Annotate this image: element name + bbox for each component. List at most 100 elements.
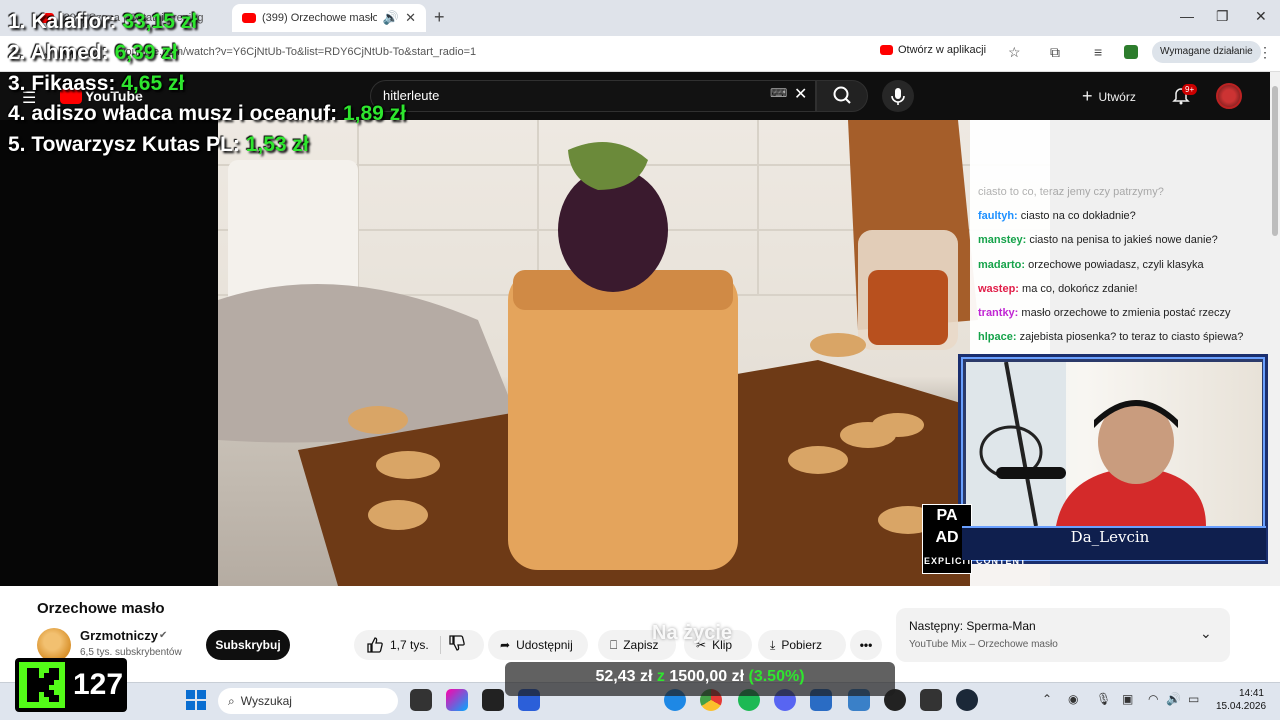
video-title: Orzechowe masło: [37, 600, 165, 617]
battery-icon[interactable]: ▭: [1188, 692, 1199, 706]
chevron-down-icon[interactable]: ⌄: [1200, 625, 1212, 642]
download-label: Pobierz: [781, 638, 822, 652]
chat-text: ciasto to co, teraz jemy czy patrzymy?: [978, 186, 1164, 198]
system-clock[interactable]: 14:41 15.04.2026: [1216, 687, 1267, 713]
extension-avatar-icon[interactable]: [1124, 45, 1138, 59]
notification-badge: 9+: [1182, 84, 1198, 95]
copilot-icon[interactable]: [446, 689, 468, 711]
like-dislike-divider: [440, 636, 441, 654]
clear-search-icon[interactable]: ✕: [794, 84, 807, 104]
chat-text: orzechowe powiadasz, czyli klasyka: [1028, 258, 1204, 271]
search-button[interactable]: [816, 80, 868, 112]
create-label: Utwórz: [1098, 89, 1136, 104]
tray-app-icon[interactable]: ◉: [1068, 692, 1078, 706]
steam-icon[interactable]: [956, 689, 978, 711]
menu-dots-icon[interactable]: ⋮: [1258, 44, 1272, 61]
bookmark-star-icon[interactable]: ☆: [1008, 44, 1021, 61]
chat-text: zajebista piosenka? to teraz to ciasto ś…: [1019, 331, 1244, 344]
leaderboard-row: 4. adiszo władca musz i oceanuf: 1,89 zł: [8, 102, 406, 126]
leaderboard-amount: 4,65 zł: [121, 72, 185, 95]
dislike-button[interactable]: [448, 634, 466, 657]
browser-tab-active[interactable]: (399) Orzechowe masło - YouTube 🔊 ✕: [232, 4, 426, 32]
windows-start-icon[interactable]: [186, 690, 206, 710]
scrollbar-thumb[interactable]: [1272, 86, 1278, 236]
chat-username[interactable]: manstey:: [978, 234, 1026, 246]
chat-text: masło orzechowe to zmienia postać rzeczy: [1021, 307, 1231, 319]
voice-search-button[interactable]: [882, 80, 914, 112]
extensions-icon[interactable]: ⧉: [1050, 44, 1060, 61]
leaderboard-row: 3. Fikaass: 4,65 zł: [8, 72, 184, 96]
chat-username[interactable]: wastep:: [978, 283, 1019, 295]
new-tab-icon[interactable]: +: [434, 7, 445, 28]
more-actions-button[interactable]: •••: [850, 630, 882, 660]
terminal-icon[interactable]: [920, 689, 942, 711]
next-up-card[interactable]: [896, 608, 1230, 662]
overlay-caption: Na życie: [652, 622, 733, 644]
webcam-feed: [966, 362, 1262, 526]
task-view-icon[interactable]: [410, 689, 432, 711]
thumbs-down-icon: [449, 635, 465, 651]
chat-username[interactable]: madarto:: [978, 259, 1025, 271]
clock-time: 14:41: [1238, 688, 1264, 699]
chat-username[interactable]: hlpace:: [978, 331, 1017, 343]
chat-message: trantky: masło orzechowe to zmienia post…: [978, 307, 1231, 319]
webcam-image: [966, 362, 1206, 526]
leaderboard-row: 5. Towarzysz Kutas PL: 1,53 zł: [8, 133, 309, 157]
next-up-label: Następny: Sperma-Man: [909, 619, 1036, 633]
subscriber-count: 6,5 tys. subskrybentów: [80, 647, 182, 658]
tray-chevron-up-icon[interactable]: ⌃: [1042, 692, 1052, 706]
share-label: Udostępnij: [516, 638, 573, 652]
keyboard-icon[interactable]: ⌨: [770, 86, 787, 100]
speaker-icon[interactable]: 🔊: [383, 10, 399, 26]
chat-username[interactable]: faultyh:: [978, 210, 1018, 222]
required-action-button[interactable]: Wymagane działanie: [1152, 41, 1261, 63]
chat-text: ciasto na co dokładnie?: [1020, 210, 1136, 223]
microphone-icon[interactable]: 🎙: [1096, 692, 1111, 706]
goal-percent: (3.50%): [748, 668, 805, 685]
chat-text: ciasto na penisa to jakieś nowe danie?: [1029, 234, 1218, 247]
close-window-icon[interactable]: ✕: [1255, 8, 1267, 25]
next-up-prefix: Następny:: [909, 619, 964, 633]
search-icon: ⌕: [228, 693, 235, 708]
search-input[interactable]: hitlerleute: [370, 80, 816, 112]
clock-date: 15.04.2026: [1216, 701, 1267, 712]
next-up-playlist: YouTube Mix – Orzechowe masło: [909, 639, 1058, 650]
leaderboard-name: 2. Ahmed:: [8, 41, 109, 64]
open-in-app-button[interactable]: Otwórz w aplikacji: [880, 44, 986, 56]
tab-title: (399) Orzechowe masło - YouTube: [262, 12, 377, 24]
bookmark-icon: ⎕: [610, 637, 618, 652]
reading-list-icon[interactable]: ≡: [1094, 44, 1102, 60]
maximize-icon[interactable]: ❐: [1216, 8, 1229, 25]
channel-name[interactable]: Grzmotniczy: [80, 628, 158, 643]
channel-avatar[interactable]: [37, 628, 71, 662]
leaderboard-name: 3. Fikaass:: [8, 72, 116, 95]
chat-message: manstey: ciasto na penisa to jakieś nowe…: [978, 234, 1218, 246]
wifi-icon[interactable]: ◠: [1148, 692, 1158, 706]
account-avatar[interactable]: [1216, 83, 1242, 109]
search-icon: [833, 86, 851, 104]
chat-message: madarto: orzechowe powiadasz, czyli klas…: [978, 259, 1204, 271]
app-icon[interactable]: [482, 689, 504, 711]
plus-icon: +: [1082, 86, 1093, 106]
video-letterbox: [0, 120, 218, 586]
goal-current: 52,43 zł: [595, 668, 653, 685]
close-tab-icon[interactable]: ✕: [405, 10, 416, 26]
donation-goal-text: 52,43 zł z 1500,00 zł (3.50%): [505, 668, 895, 686]
download-button[interactable]: ⤓ Pobierz: [758, 630, 846, 660]
tray-app-icon[interactable]: ▣: [1122, 692, 1133, 706]
volume-icon[interactable]: 🔊: [1166, 692, 1181, 706]
microphone-icon: [891, 88, 905, 105]
create-button[interactable]: + Utwórz: [1082, 86, 1136, 107]
subscribe-button[interactable]: Subskrybuj: [206, 630, 290, 660]
like-count: 1,7 tys.: [390, 638, 429, 652]
chat-username[interactable]: trantky:: [978, 307, 1018, 319]
kick-logo-icon: [19, 662, 65, 708]
share-icon: ➦: [500, 638, 511, 652]
download-icon: ⤓: [770, 637, 776, 652]
share-button[interactable]: ➦ Udostępnij: [488, 630, 588, 660]
taskbar-search-input[interactable]: ⌕ Wyszukaj: [218, 688, 398, 714]
verified-check-icon: ✔: [159, 630, 168, 641]
leaderboard-name: 5. Towarzysz Kutas PL:: [8, 133, 240, 156]
chat-message: hlpace: zajebista piosenka? to teraz to …: [978, 331, 1243, 343]
minimize-icon[interactable]: —: [1180, 8, 1194, 24]
